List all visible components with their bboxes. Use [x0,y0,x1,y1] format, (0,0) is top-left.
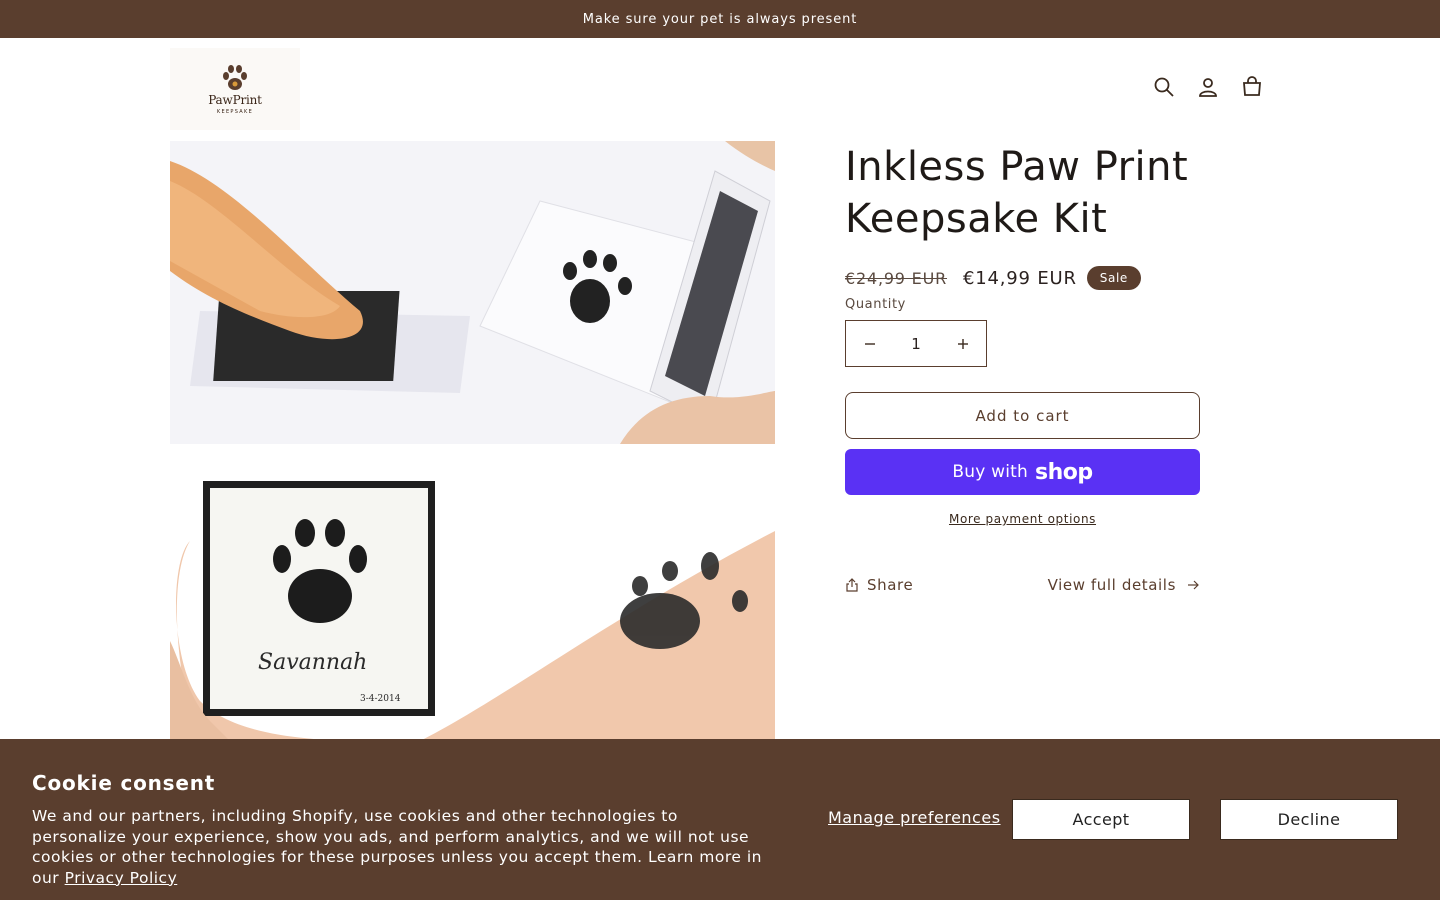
regular-price: €24,99 EUR [845,268,948,288]
paw-logo-icon [223,64,247,90]
decline-label: Decline [1277,810,1341,829]
add-to-cart-label: Add to cart [975,406,1070,425]
site-header: PawPrint KEEPSAKE [0,38,1440,140]
buy-with-label: Buy with [952,462,1028,482]
arrow-right-icon [1188,580,1199,590]
decline-button[interactable]: Decline [1220,799,1398,840]
quantity-input[interactable] [893,334,939,353]
cookie-text: We and our partners, including Shopify, … [32,806,772,888]
quantity-stepper [845,320,987,367]
announcement-text: Make sure your pet is always present [582,11,858,27]
cookie-title: Cookie consent [32,771,216,795]
shop-pay-logo: shop [1034,459,1093,485]
accept-button[interactable]: Accept [1012,799,1190,840]
share-button[interactable]: Share [845,576,913,594]
manage-preferences-link[interactable]: Manage preferences [828,808,1001,827]
share-row: Share View full details [845,576,1200,594]
sale-price: €14,99 EUR [963,267,1077,289]
logo-subtitle: KEEPSAKE [216,108,254,115]
quantity-increase-button[interactable] [939,321,986,366]
product-info: Inkless Paw Print Keepsake Kit €24,99 EU… [845,141,1200,594]
sale-badge: Sale [1086,266,1141,290]
keepsake-name-text: Savannah [258,650,367,675]
cookie-consent-banner: Cookie consent We and our partners, incl… [0,739,1440,900]
view-details-label: View full details [1047,576,1176,594]
more-payment-options-link[interactable]: More payment options [845,512,1200,526]
product-image: Savannah 3-4-2014 [170,141,775,741]
add-to-cart-button[interactable]: Add to cart [845,392,1200,439]
product-gallery[interactable]: Savannah 3-4-2014 [170,141,775,741]
cart-icon[interactable] [1239,74,1265,100]
minus-icon [864,342,875,345]
share-label: Share [867,576,914,594]
keepsake-date-text: 3-4-2014 [360,694,401,704]
accept-label: Accept [1072,810,1130,829]
buy-with-shop-button[interactable]: Buy with shop [845,449,1200,495]
quantity-label: Quantity [845,297,906,312]
logo-name: PawPrint [208,92,262,107]
announcement-bar: Make sure your pet is always present [0,0,1440,38]
logo[interactable]: PawPrint KEEPSAKE [170,48,300,130]
account-icon[interactable] [1195,74,1221,100]
quantity-decrease-button[interactable] [846,321,893,366]
price-row: €24,99 EUR €14,99 EUR Sale [845,263,1200,293]
search-icon[interactable] [1151,74,1177,100]
view-full-details-link[interactable]: View full details [1048,576,1200,594]
share-icon [846,578,858,592]
plus-icon [957,338,968,349]
privacy-policy-link[interactable]: Privacy Policy [65,869,178,887]
product-title: Inkless Paw Print Keepsake Kit [845,144,1189,242]
